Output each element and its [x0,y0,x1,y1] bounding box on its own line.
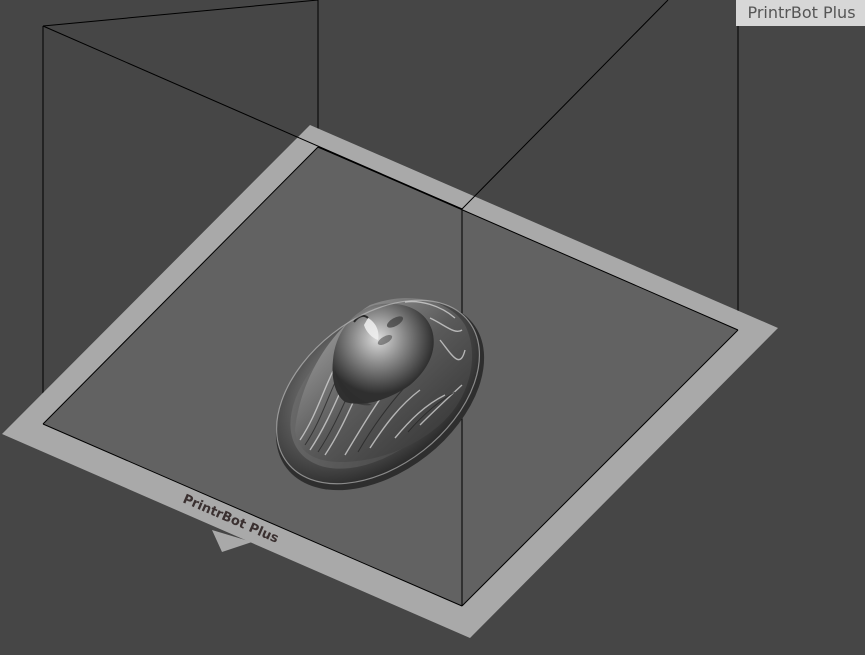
build-volume-scene[interactable]: PrintrBot Plus [0,0,865,655]
3d-viewport[interactable]: PrintrBot Plus PrintrBot Plus [0,0,865,655]
printer-name-badge: PrintrBot Plus [736,0,865,26]
